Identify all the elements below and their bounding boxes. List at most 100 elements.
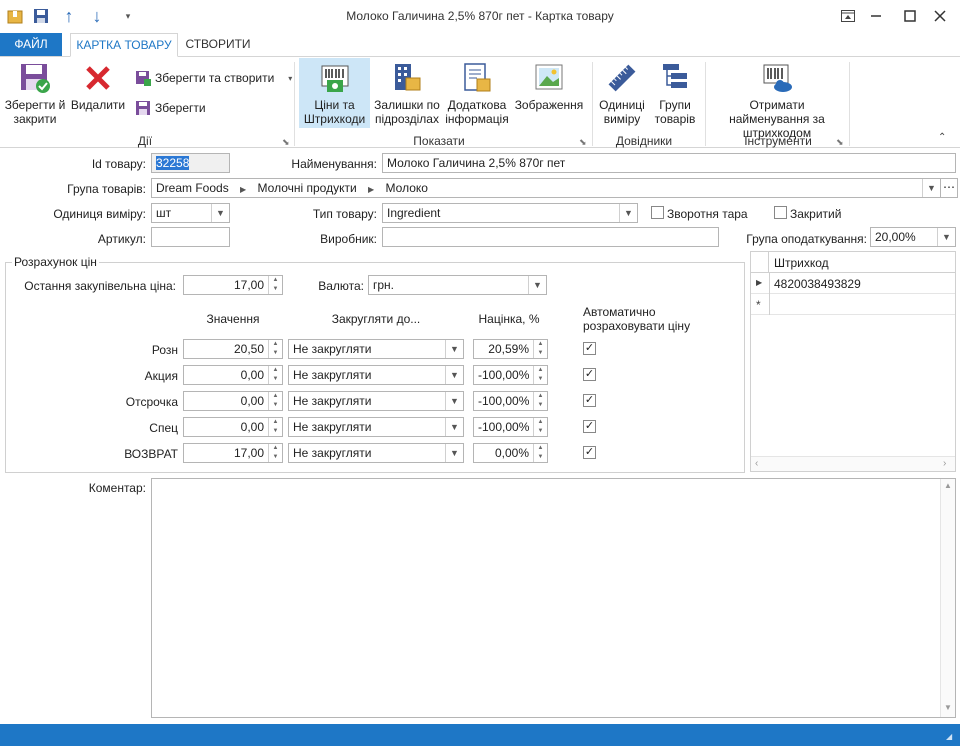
chevron-down-icon[interactable]: ▼	[619, 204, 637, 222]
tax-label: Група оподаткування:	[746, 232, 867, 246]
price-value-field[interactable]: 0,00 ▲ ▼	[183, 391, 283, 411]
dialog-launcher-icon[interactable]: ⬊	[836, 137, 844, 148]
markup-field[interactable]: 20,59% ▲ ▼	[473, 339, 548, 359]
closed-checkbox[interactable]	[774, 206, 787, 219]
round-select[interactable]: Не закругляти ▼	[288, 443, 464, 463]
returnable-checkbox[interactable]	[651, 206, 664, 219]
spin-icon[interactable]: ▲ ▼	[268, 276, 282, 294]
scroll-up-icon[interactable]: ▲	[944, 481, 952, 490]
breadcrumb-item[interactable]: Dream Foods	[156, 181, 229, 195]
scroll-right-icon[interactable]: ›	[943, 458, 946, 469]
last-price-field[interactable]: 17,00 ▲ ▼	[183, 275, 283, 295]
tax-select[interactable]: 20,00% ▼	[870, 227, 956, 247]
spin-icon[interactable]: ▲ ▼	[268, 392, 282, 410]
round-select[interactable]: Не закругляти ▼	[288, 417, 464, 437]
table-row[interactable]: ▶ 4820038493829	[751, 273, 955, 294]
chevron-down-icon[interactable]: ▼	[445, 418, 463, 436]
chevron-down-icon[interactable]: ▼	[445, 392, 463, 410]
chevron-down-icon[interactable]: ▼	[528, 276, 546, 294]
type-select[interactable]: Ingredient ▼	[382, 203, 638, 223]
group-more-button[interactable]: ⋯	[940, 178, 958, 198]
unit-select[interactable]: шт ▼	[151, 203, 230, 223]
chevron-down-icon[interactable]: ▼	[211, 204, 229, 222]
markup-field[interactable]: -100,00% ▲ ▼	[473, 417, 548, 437]
spin-icon[interactable]: ▲ ▼	[533, 366, 547, 384]
price-value-field[interactable]: 20,50 ▲ ▼	[183, 339, 283, 359]
breadcrumb-item[interactable]: Молочні продукти	[258, 181, 357, 195]
minimize-icon[interactable]	[862, 4, 890, 28]
chevron-down-icon[interactable]: ▼	[922, 179, 940, 197]
new-row[interactable]: *	[751, 294, 955, 315]
currency-select[interactable]: грн. ▼	[368, 275, 547, 295]
id-field[interactable]: 32258	[151, 153, 230, 173]
spin-icon[interactable]: ▲ ▼	[268, 340, 282, 358]
chevron-down-icon[interactable]: ▼	[445, 366, 463, 384]
delete-icon	[86, 66, 110, 90]
chevron-down-icon[interactable]: ▼	[445, 444, 463, 462]
horizontal-scrollbar[interactable]: ‹ ›	[751, 456, 955, 471]
auto-price-checkbox[interactable]: ✓	[583, 446, 596, 459]
maker-field[interactable]	[382, 227, 719, 247]
get-names-button[interactable]: Отримати найменування за штрихкодом	[708, 62, 846, 140]
stock-button[interactable]: Залишки по підрозділах	[372, 62, 442, 126]
scroll-left-icon[interactable]: ‹	[755, 458, 758, 469]
tab-file[interactable]: ФАЙЛ	[0, 33, 62, 57]
row-pointer-icon: ▶	[756, 278, 763, 287]
title-bar: ↑ ↓ ▾ Молоко Галичина 2,5% 870г пет - Ка…	[0, 0, 960, 32]
close-icon[interactable]	[926, 4, 954, 28]
price-value-field[interactable]: 0,00 ▲ ▼	[183, 365, 283, 385]
resize-grip-icon[interactable]: ◢	[946, 732, 952, 741]
spin-icon[interactable]: ▲ ▼	[533, 418, 547, 436]
markup-field[interactable]: 0,00% ▲ ▼	[473, 443, 548, 463]
round-select[interactable]: Не закругляти ▼	[288, 391, 464, 411]
round-select[interactable]: Не закругляти ▼	[288, 339, 464, 359]
barcode-cell[interactable]: 4820038493829	[774, 277, 861, 291]
auto-price-checkbox[interactable]: ✓	[583, 368, 596, 381]
delete-button[interactable]: Видалити	[68, 62, 128, 112]
spin-icon[interactable]: ▲ ▼	[533, 392, 547, 410]
spin-icon[interactable]: ▲ ▼	[533, 340, 547, 358]
tab-create[interactable]: СТВОРИТИ	[180, 33, 256, 57]
units-button[interactable]: Одиниці виміру	[596, 62, 648, 126]
breadcrumb-item[interactable]: Молоко	[386, 181, 428, 195]
save-close-button[interactable]: Зберегти й закрити	[4, 62, 66, 126]
pricing-legend: Розрахунок цін	[12, 255, 99, 269]
markup-value: 0,00%	[494, 446, 529, 460]
comment-textarea[interactable]: ▲ ▼	[151, 478, 956, 718]
name-field[interactable]: Молоко Галичина 2,5% 870г пет	[382, 153, 956, 173]
dialog-launcher-icon[interactable]: ⬊	[579, 137, 587, 148]
chevron-down-icon[interactable]: ▼	[937, 228, 955, 246]
group-breadcrumb[interactable]: Dream Foods ▶ Молочні продукти ▶ Молоко …	[151, 178, 941, 198]
extra-info-button[interactable]: Додаткова інформація	[444, 62, 510, 126]
group-show-label: Показати	[413, 134, 465, 148]
tab-product-card[interactable]: КАРТКА ТОВАРУ	[70, 33, 178, 57]
save-button[interactable]: Зберегти	[135, 98, 206, 118]
price-value-field[interactable]: 0,00 ▲ ▼	[183, 417, 283, 437]
product-groups-button[interactable]: Групи товарів	[650, 62, 700, 126]
vertical-scrollbar[interactable]: ▲ ▼	[940, 479, 955, 717]
save-create-button[interactable]: Зберегти та створити ▾	[135, 68, 292, 88]
ribbon-display-icon[interactable]	[834, 4, 862, 28]
auto-price-checkbox[interactable]: ✓	[583, 342, 596, 355]
collapse-ribbon-icon[interactable]: ⌃	[938, 132, 946, 143]
markup-field[interactable]: -100,00% ▲ ▼	[473, 391, 548, 411]
maximize-icon[interactable]	[896, 4, 924, 28]
spin-icon[interactable]: ▲ ▼	[268, 418, 282, 436]
round-select[interactable]: Не закругляти ▼	[288, 365, 464, 385]
spin-icon[interactable]: ▲ ▼	[533, 444, 547, 462]
spin-icon[interactable]: ▲ ▼	[268, 366, 282, 384]
scroll-down-icon[interactable]: ▼	[944, 703, 952, 712]
prices-barcodes-button[interactable]: Ціни та Штрихкоди	[299, 58, 370, 128]
auto-price-checkbox[interactable]: ✓	[583, 394, 596, 407]
chevron-down-icon[interactable]: ▼	[445, 340, 463, 358]
images-button[interactable]: Зображення	[514, 62, 584, 112]
price-value-field[interactable]: 17,00 ▲ ▼	[183, 443, 283, 463]
new-row-marker: *	[756, 298, 761, 312]
row-indicator-header	[751, 252, 769, 273]
barcode-column-header[interactable]: Штрихкод	[774, 256, 829, 270]
article-field[interactable]	[151, 227, 230, 247]
auto-price-checkbox[interactable]: ✓	[583, 420, 596, 433]
markup-field[interactable]: -100,00% ▲ ▼	[473, 365, 548, 385]
dialog-launcher-icon[interactable]: ⬊	[282, 137, 290, 148]
spin-icon[interactable]: ▲ ▼	[268, 444, 282, 462]
